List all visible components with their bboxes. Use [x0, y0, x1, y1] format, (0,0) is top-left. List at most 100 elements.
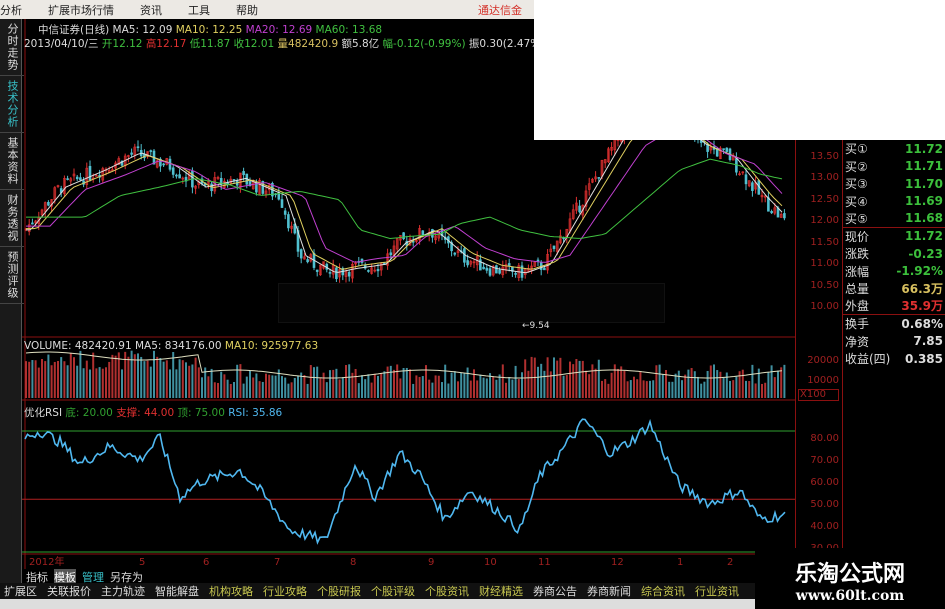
close-value: 收12.01 [233, 38, 275, 50]
menu-extended-market[interactable]: 扩展市场行情 [48, 2, 114, 18]
tab-manage[interactable]: 管理 [82, 569, 104, 584]
bottom-tab[interactable]: 智能解盘 [155, 583, 199, 599]
bottom-tab[interactable]: 主力轨迹 [101, 583, 145, 599]
volume-bar [108, 361, 111, 398]
volume-bar [418, 376, 421, 398]
volume-bar [223, 374, 226, 398]
date-tick: 10 [484, 557, 497, 568]
quote-label: 买② [845, 159, 868, 174]
bottom-tab[interactable]: 关联报价 [47, 583, 91, 599]
tab-save-as[interactable]: 另存为 [110, 569, 143, 584]
volume-bar [261, 381, 264, 398]
quote-label: 总量 [845, 282, 870, 297]
volume-bar [677, 370, 680, 398]
menu-help[interactable]: 帮助 [236, 2, 258, 18]
volume-bar [386, 366, 389, 398]
menu-news[interactable]: 资讯 [140, 2, 162, 18]
volume-bar [313, 367, 315, 398]
volume-bar [121, 369, 123, 398]
volume-bar [469, 380, 472, 398]
tab-indicator[interactable]: 指标 [26, 569, 48, 584]
menu-analysis[interactable]: 分析 [0, 2, 22, 18]
bottom-tab[interactable]: 券商公告 [533, 583, 577, 599]
bottom-tab[interactable]: 个股评级 [371, 583, 415, 599]
tab-ratings[interactable]: 预测评级 [0, 247, 24, 304]
volume-bar [293, 377, 296, 398]
rsi-top: 顶: 75.00 [177, 407, 225, 419]
price-header-line1: 中信证券(日线) MA5: 12.09 MA10: 12.25 MA20: 12… [38, 22, 382, 37]
bottom-tab[interactable]: 个股研报 [317, 583, 361, 599]
candle [453, 252, 457, 255]
tab-fundamentals[interactable]: 基本资料 [0, 133, 24, 190]
tab-template[interactable]: 模板 [54, 569, 76, 584]
candle [335, 267, 338, 280]
change-value: 幅-0.12(-0.99%) [382, 38, 466, 50]
volume-bar [124, 351, 127, 398]
volume-bar [684, 374, 687, 398]
bottom-tab[interactable]: 个股资讯 [425, 583, 469, 599]
volume-bar [437, 375, 440, 398]
volume-bar [729, 380, 731, 398]
volume-bar [44, 361, 47, 398]
bottom-tab[interactable]: 机构攻略 [209, 583, 253, 599]
candle [162, 163, 165, 166]
volume-bar [287, 383, 290, 398]
menu-bar: 分析 扩展市场行情 资讯 工具 帮助 通达信金 [0, 0, 534, 19]
menu-tools[interactable]: 工具 [188, 2, 210, 18]
volume-bar [527, 370, 530, 398]
rsi-tick: 70.00 [810, 455, 839, 466]
price-tick: 10.50 [810, 280, 839, 291]
bottom-tab[interactable]: 行业攻略 [263, 583, 307, 599]
quote-label: 涨跌 [845, 247, 870, 262]
price-tick: 11.50 [810, 237, 839, 248]
candle [175, 174, 178, 177]
candle [31, 222, 34, 225]
volume-bar [159, 358, 162, 398]
tab-technical[interactable]: 技术分析 [0, 76, 24, 133]
volume-bar [457, 381, 459, 398]
quote-row: 换手 0.68% [843, 315, 945, 333]
redacted-area [278, 283, 665, 323]
quote-label: 涨幅 [845, 264, 870, 279]
ma20-value: MA20: 12.69 [245, 24, 313, 36]
stock-name: 中信证券(日线) [38, 24, 110, 36]
volume-header: VOLUME: 482420.91 MA5: 834176.00 MA10: 9… [24, 340, 318, 352]
quote-label: 买① [845, 142, 868, 157]
volume-bar [460, 372, 463, 398]
candle [485, 267, 489, 271]
volume-bar [476, 380, 479, 398]
date-tick: 8 [350, 557, 356, 568]
left-tabs: 分时走势 技术分析 基本资料 财务透视 预测评级 [0, 19, 24, 584]
volume-bar [57, 360, 59, 398]
volume-bar [713, 364, 715, 398]
volume-bar [114, 355, 117, 398]
watermark-title: 乐淘公式网 [794, 561, 905, 587]
volume-bar [41, 358, 43, 398]
quote-value: 35.9万 [901, 299, 943, 314]
bottom-tab[interactable]: 财经精选 [479, 583, 523, 599]
volume-bar [175, 369, 178, 398]
volume-bar [761, 383, 763, 398]
volume-bar [501, 364, 504, 398]
bottom-tab[interactable]: 券商新闻 [587, 583, 631, 599]
volume-bar [210, 368, 213, 398]
volume-bar [178, 359, 181, 398]
bottom-tab[interactable]: 综合资讯 [641, 583, 685, 599]
quote-value: 7.85 [913, 334, 943, 349]
date-tick: 6 [203, 557, 209, 568]
tab-intraday[interactable]: 分时走势 [0, 19, 24, 76]
volume-bar [252, 377, 255, 398]
volume-bar [626, 381, 629, 398]
candle [578, 205, 581, 213]
volume-bar [82, 368, 85, 398]
volume-bar [690, 368, 693, 398]
volume-bar [415, 375, 418, 398]
candle [507, 263, 511, 266]
volume-bar [156, 356, 159, 398]
bottom-tab[interactable]: 行业资讯 [695, 583, 739, 599]
tab-financials[interactable]: 财务透视 [0, 190, 24, 247]
volume-bar [239, 364, 242, 398]
volume-bar [517, 379, 520, 398]
bottom-tab[interactable]: 扩展区 [4, 583, 37, 599]
price-tick: 12.00 [810, 215, 839, 226]
